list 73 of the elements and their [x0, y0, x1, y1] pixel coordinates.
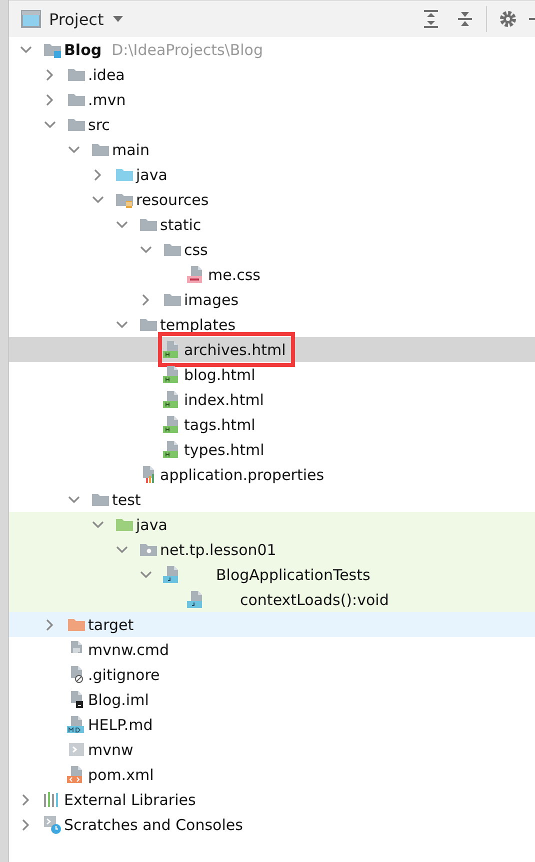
tree-row[interactable]: static	[9, 212, 535, 237]
project-path: D:\IdeaProjects\Blog	[112, 40, 263, 58]
tree-row[interactable]: src	[9, 112, 535, 137]
tree-row[interactable]: types.html	[9, 437, 535, 462]
item-label: External Libraries	[64, 790, 196, 808]
tree-row[interactable]: test	[9, 487, 535, 512]
dropdown-caret-icon[interactable]	[112, 15, 124, 23]
tree-row[interactable]: HELP.md	[9, 712, 535, 737]
tree-row[interactable]: Blog D:\IdeaProjects\Blog	[9, 37, 535, 62]
terminal-icon	[67, 740, 86, 759]
tree-row[interactable]: index.html	[9, 387, 535, 412]
tree-row[interactable]: BlogApplicationTests	[9, 562, 535, 587]
settings-icon	[499, 10, 517, 28]
item-label: images	[184, 290, 239, 308]
item-label: .mvn	[88, 90, 126, 108]
tree-row[interactable]: main	[9, 137, 535, 162]
tree-row[interactable]: External Libraries	[9, 787, 535, 812]
item-label: types.html	[184, 440, 264, 458]
item-label: archives.html	[184, 340, 286, 358]
item-label: tags.html	[184, 416, 256, 434]
item-label: java	[136, 516, 168, 534]
item-label: Scratches and Consoles	[64, 816, 243, 834]
panel-title: Project	[49, 10, 104, 28]
item-label: .idea	[88, 66, 125, 84]
tree-row[interactable]: images	[9, 287, 535, 312]
tree-row[interactable]: application.properties	[9, 462, 535, 487]
item-label: pom.xml	[88, 766, 154, 784]
tree-row[interactable]: pom.xml	[9, 762, 535, 787]
tree-row[interactable]: java	[9, 512, 535, 537]
tree-row[interactable]: me.css	[9, 262, 535, 287]
tree-row[interactable]: Scratches and Consoles	[9, 812, 535, 837]
tree-row[interactable]: java	[9, 162, 535, 187]
item-label: mvnw	[88, 740, 134, 758]
item-label: java	[136, 166, 168, 184]
tree-row[interactable]: .gitignore	[9, 662, 535, 687]
tree-row[interactable]: tags.html	[9, 412, 535, 437]
markdown-file-icon	[67, 715, 86, 734]
item-label: resources	[136, 190, 209, 208]
item-label: net.tp.lesson01	[160, 540, 276, 558]
tree-row[interactable]: .mvn	[9, 87, 535, 112]
tree-row[interactable]: blog.html	[9, 362, 535, 387]
item-label: static	[160, 216, 202, 234]
tree-row[interactable]: mvnw.cmd	[9, 637, 535, 662]
item-label: test	[112, 490, 141, 508]
item-label: blog.html	[184, 366, 256, 384]
item-label: css	[184, 240, 208, 258]
tree-row[interactable]: templates	[9, 312, 535, 337]
expand-all-icon	[423, 10, 439, 28]
tree-row[interactable]: target	[9, 612, 535, 637]
item-label: main	[112, 140, 150, 158]
collapse-all-icon	[457, 10, 473, 28]
item-label: me.css	[208, 266, 260, 284]
item-label: mvnw.cmd	[88, 640, 170, 658]
tree-row[interactable]: .idea	[9, 62, 535, 87]
item-label: Blog.iml	[88, 690, 149, 708]
item-label: contextLoads():void	[240, 590, 389, 608]
item-label: BlogApplicationTests	[216, 566, 370, 584]
tree-row[interactable]: mvnw	[9, 737, 535, 762]
item-label: .gitignore	[88, 666, 160, 684]
item-label: target	[88, 616, 134, 634]
item-label: index.html	[184, 390, 264, 408]
tree-row[interactable]: net.tp.lesson01	[9, 537, 535, 562]
item-label: templates	[160, 316, 236, 334]
item-label: src	[88, 116, 110, 134]
item-label: HELP.md	[88, 716, 153, 734]
tree-row[interactable]: Blog.iml	[9, 687, 535, 712]
scratches-icon	[43, 815, 62, 834]
tree-row[interactable]: css	[9, 237, 535, 262]
tree-row[interactable]: resources	[9, 187, 535, 212]
window-icon	[21, 10, 41, 28]
tree-row[interactable]: contextLoads():void	[9, 587, 535, 612]
item-label: application.properties	[160, 466, 324, 484]
item-label: Blog	[64, 40, 102, 58]
